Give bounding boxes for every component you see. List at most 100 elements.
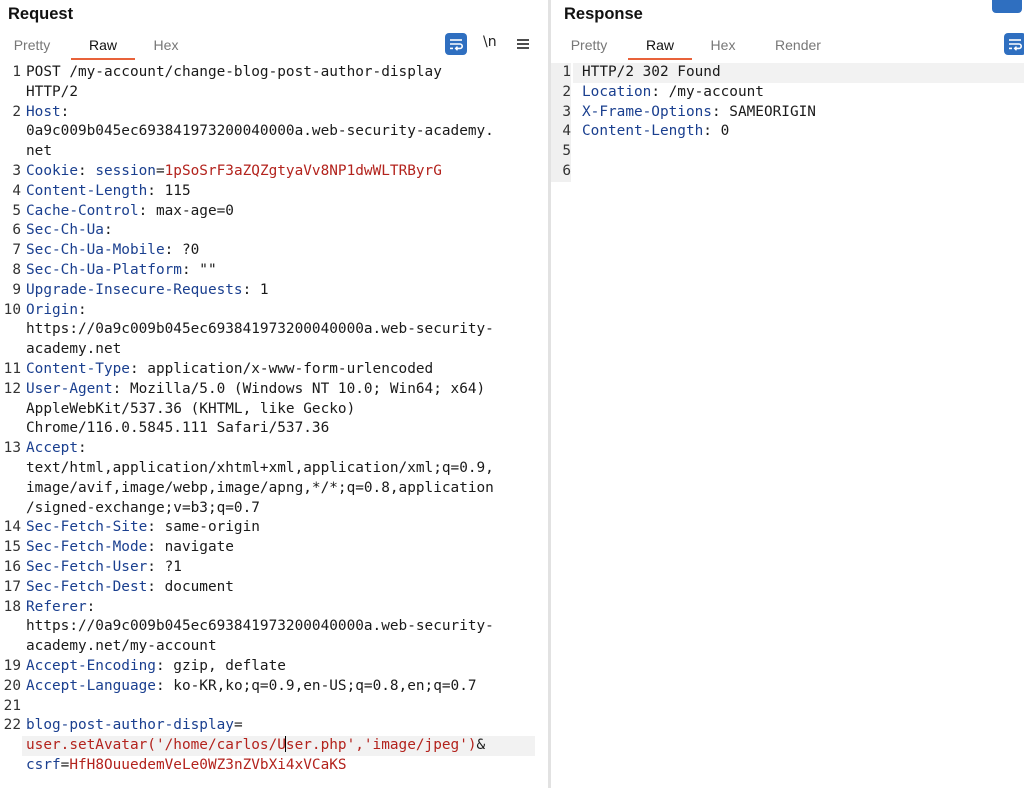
text-segment: : ?1 [147, 558, 182, 575]
editor-line: https://0a9c009b045ec693841973200040000a… [0, 617, 548, 637]
editor-line: 0a9c009b045ec693841973200040000a.web-sec… [0, 122, 548, 142]
editor-line: 2 Host: [0, 103, 548, 123]
text-segment: : same-origin [147, 519, 260, 536]
line-number: 4 [551, 122, 571, 143]
line-content: https://0a9c009b045ec693841973200040000a… [26, 617, 494, 637]
text-segment: /signed-exchange;v=b3;q=0.7 [26, 499, 260, 516]
text-segment: : Mozilla/5.0 (Windows NT 10.0; Win64; x… [112, 380, 486, 397]
text-segment: : [60, 103, 70, 120]
text-segment: : [86, 598, 96, 615]
text-segment: HTTP/2 302 Found [582, 64, 721, 80]
line-content: net [26, 142, 52, 162]
line-number: 1 [12, 64, 21, 80]
line-number: 6 [12, 222, 21, 239]
header-name: X-Frame-Options [582, 103, 712, 120]
word-wrap-icon [1009, 39, 1022, 51]
tab-hex[interactable]: Hex [691, 34, 755, 58]
line-number: 16 [3, 558, 21, 575]
line-content: Accept: [26, 439, 87, 459]
response-editor[interactable]: 1 HTTP/2 302 Found 2 Location: /my-account 3… [551, 63, 1024, 182]
header-name: Accept-Language [26, 677, 156, 694]
line-number: 4 [12, 182, 21, 199]
text-segment: 0a9c009b045ec693841973200040000a.web-sec… [26, 123, 494, 140]
line-number: 10 [3, 301, 21, 318]
editor-line: 4 Content-Length: 0 [551, 122, 1024, 143]
hamburger-menu-icon [517, 39, 529, 49]
line-number: 18 [3, 598, 21, 615]
editor-line: text/html,application/xhtml+xml,applicat… [0, 459, 548, 479]
editor-line: AppleWebKit/537.36 (KHTML, like Gecko) [0, 400, 548, 420]
text-segment: image/avif,image/webp,image/apng,*/*;q=0… [26, 479, 494, 496]
editor-line: 9 Upgrade-Insecure-Requests: 1 [0, 281, 548, 301]
line-content: Sec-Fetch-Site: same-origin [26, 518, 260, 538]
text-segment: : /my-account [651, 83, 764, 100]
editor-line: csrf=HfH8OuuedemVeLe0WZ3nZVbXi4xVCaKS [0, 756, 548, 776]
line-number: 7 [12, 242, 21, 259]
editor-line: 4 Content-Length: 115 [0, 182, 548, 202]
header-name: Upgrade-Insecure-Requests [26, 281, 243, 298]
editor-line: 10 Origin: [0, 301, 548, 321]
editor-line: 22 blog-post-author-display= [0, 716, 548, 736]
text-segment: = [233, 717, 243, 734]
text-segment: : application/x-www-form-urlencoded [129, 360, 434, 377]
line-number: 3 [551, 102, 571, 123]
editor-line: 16 Sec-Fetch-User: ?1 [0, 558, 548, 578]
line-content: HTTP/2 302 Found [582, 63, 721, 83]
text-segment: : [77, 440, 87, 457]
newline-toggle-button[interactable]: \n [483, 34, 497, 50]
line-content: Origin: [26, 301, 87, 321]
header-name: Sec-Ch-Ua [26, 222, 104, 239]
tab-pretty[interactable]: Pretty [0, 34, 64, 58]
line-content: Referer: [26, 598, 95, 618]
line-content: Sec-Ch-Ua: [26, 221, 113, 241]
editor-line: 14 Sec-Fetch-Site: same-origin [0, 518, 548, 538]
header-name: blog-post-author-display [26, 717, 234, 734]
header-name: Sec-Fetch-Site [26, 519, 148, 536]
line-number: 17 [3, 578, 21, 595]
text-segment: : navigate [147, 539, 234, 556]
text-segment: net [26, 143, 52, 160]
header-name: Sec-Fetch-User [26, 558, 148, 575]
header-name: Sec-Fetch-Mode [26, 539, 148, 556]
line-content: blog-post-author-display= [26, 716, 243, 736]
line-number: 1 [551, 63, 571, 83]
editor-line: https://0a9c009b045ec693841973200040000a… [0, 320, 548, 340]
editor-line: 21 [0, 697, 548, 717]
line-content: Sec-Ch-Ua-Mobile: ?0 [26, 241, 199, 261]
editor-line: 2 Location: /my-account [551, 82, 1024, 103]
editor-line: user.setAvatar('/home/carlos/User.php','… [0, 736, 548, 756]
text-segment: Chrome/116.0.5845.111 Safari/537.36 [26, 420, 330, 437]
tab-render[interactable]: Render [763, 34, 833, 58]
editor-line: 6 [551, 161, 1024, 182]
header-name: Host [26, 103, 61, 120]
tab-pretty[interactable]: Pretty [557, 34, 621, 58]
editor-line: 13 Accept: [0, 439, 548, 459]
editor-line: /signed-exchange;v=b3;q=0.7 [0, 499, 548, 519]
line-number: 2 [551, 82, 571, 103]
editor-line: 1 HTTP/2 302 Found [551, 63, 1024, 83]
line-content: Sec-Fetch-Mode: navigate [26, 538, 234, 558]
response-panel: Response Pretty Raw Hex Render 1 HTTP/2 3… [551, 0, 1024, 788]
word-wrap-button[interactable] [1004, 33, 1024, 55]
line-number: 8 [12, 261, 21, 278]
text-segment: : 0 [703, 123, 730, 140]
line-content: HTTP/2 [26, 83, 78, 103]
text-segment: : max-age=0 [138, 202, 234, 219]
tab-raw[interactable]: Raw [628, 34, 692, 60]
line-number: 9 [12, 281, 21, 298]
header-name: csrf [26, 756, 61, 773]
line-number: 11 [3, 360, 21, 377]
text-segment: academy.net [26, 341, 122, 358]
word-wrap-button[interactable] [445, 33, 467, 55]
text-segment: : gzip, deflate [155, 657, 286, 674]
line-content: /signed-exchange;v=b3;q=0.7 [26, 499, 260, 519]
request-editor[interactable]: 1 POST /my-account/change-blog-post-autho… [0, 63, 548, 776]
menu-button[interactable] [512, 33, 534, 55]
line-content: csrf=HfH8OuuedemVeLe0WZ3nZVbXi4xVCaKS [26, 756, 347, 776]
layout-toggle-button[interactable] [992, 0, 1022, 13]
tab-raw[interactable]: Raw [71, 34, 135, 60]
line-content: Host: [26, 103, 69, 123]
tab-hex[interactable]: Hex [134, 34, 198, 58]
header-name: Sec-Ch-Ua-Platform [26, 261, 182, 278]
line-content: academy.net [26, 340, 121, 360]
